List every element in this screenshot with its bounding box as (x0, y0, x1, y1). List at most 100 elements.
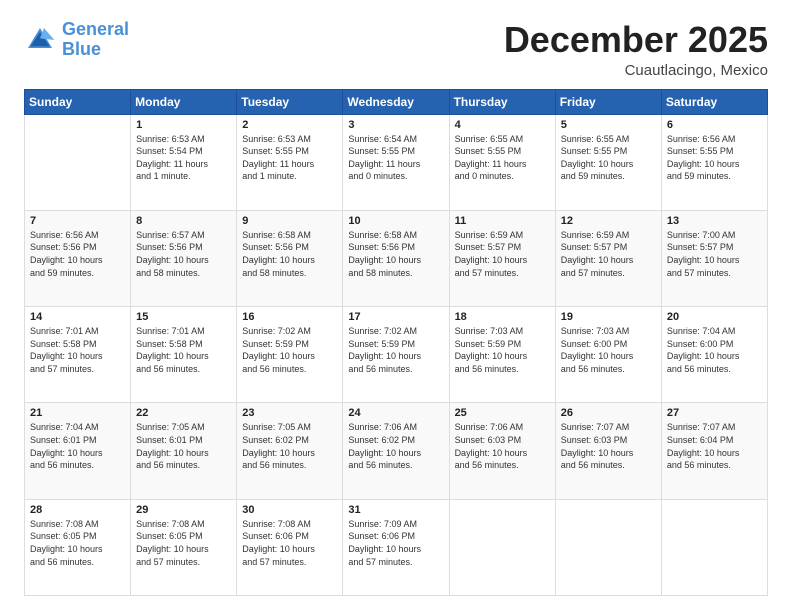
day-info-28: Sunrise: 7:08 AM Sunset: 6:05 PM Dayligh… (30, 518, 125, 568)
calendar-week-4: 21 Sunrise: 7:04 AM Sunset: 6:01 PM Dayli… (25, 403, 768, 499)
calendar-cell-w3-d1: 14 Sunrise: 7:01 AM Sunset: 5:58 PM Dayli… (25, 307, 131, 403)
calendar-week-2: 7 Sunrise: 6:56 AM Sunset: 5:56 PM Daylig… (25, 210, 768, 306)
day-number-15: 15 (136, 311, 231, 323)
calendar-cell-w1-d4: 3 Sunrise: 6:54 AM Sunset: 5:55 PM Daylig… (343, 114, 449, 210)
day-number-26: 26 (561, 407, 656, 419)
logo: General Blue (24, 20, 129, 60)
day-info-21: Sunrise: 7:04 AM Sunset: 6:01 PM Dayligh… (30, 421, 125, 471)
day-info-14: Sunrise: 7:01 AM Sunset: 5:58 PM Dayligh… (30, 325, 125, 375)
day-number-17: 17 (348, 311, 443, 323)
day-number-11: 11 (455, 215, 550, 227)
col-saturday: Saturday (661, 89, 767, 114)
calendar-cell-w5-d5 (449, 499, 555, 595)
day-number-1: 1 (136, 119, 231, 131)
day-info-26: Sunrise: 7:07 AM Sunset: 6:03 PM Dayligh… (561, 421, 656, 471)
day-number-27: 27 (667, 407, 762, 419)
calendar-cell-w2-d7: 13 Sunrise: 7:00 AM Sunset: 5:57 PM Dayli… (661, 210, 767, 306)
day-info-8: Sunrise: 6:57 AM Sunset: 5:56 PM Dayligh… (136, 229, 231, 279)
day-number-3: 3 (348, 119, 443, 131)
day-info-20: Sunrise: 7:04 AM Sunset: 6:00 PM Dayligh… (667, 325, 762, 375)
day-number-23: 23 (242, 407, 337, 419)
calendar-cell-w1-d7: 6 Sunrise: 6:56 AM Sunset: 5:55 PM Daylig… (661, 114, 767, 210)
calendar-cell-w4-d5: 25 Sunrise: 7:06 AM Sunset: 6:03 PM Dayli… (449, 403, 555, 499)
day-info-22: Sunrise: 7:05 AM Sunset: 6:01 PM Dayligh… (136, 421, 231, 471)
day-number-20: 20 (667, 311, 762, 323)
calendar-cell-w1-d2: 1Sunrise: 6:53 AM Sunset: 5:54 PM Daylig… (131, 114, 237, 210)
day-number-12: 12 (561, 215, 656, 227)
col-friday: Friday (555, 89, 661, 114)
day-info-23: Sunrise: 7:05 AM Sunset: 6:02 PM Dayligh… (242, 421, 337, 471)
day-info-9: Sunrise: 6:58 AM Sunset: 5:56 PM Dayligh… (242, 229, 337, 279)
calendar-cell-w2-d3: 9 Sunrise: 6:58 AM Sunset: 5:56 PM Daylig… (237, 210, 343, 306)
calendar-cell-w1-d1 (25, 114, 131, 210)
day-number-6: 6 (667, 119, 762, 131)
day-info-30: Sunrise: 7:08 AM Sunset: 6:06 PM Dayligh… (242, 518, 337, 568)
day-info-25: Sunrise: 7:06 AM Sunset: 6:03 PM Dayligh… (455, 421, 550, 471)
day-number-25: 25 (455, 407, 550, 419)
day-info-16: Sunrise: 7:02 AM Sunset: 5:59 PM Dayligh… (242, 325, 337, 375)
calendar-cell-w5-d4: 31Sunrise: 7:09 AM Sunset: 6:06 PM Dayli… (343, 499, 449, 595)
calendar-cell-w4-d2: 22 Sunrise: 7:05 AM Sunset: 6:01 PM Dayli… (131, 403, 237, 499)
calendar-cell-w5-d7 (661, 499, 767, 595)
calendar-cell-w1-d6: 5 Sunrise: 6:55 AM Sunset: 5:55 PM Daylig… (555, 114, 661, 210)
calendar-cell-w3-d7: 20 Sunrise: 7:04 AM Sunset: 6:00 PM Dayli… (661, 307, 767, 403)
calendar-cell-w5-d3: 30Sunrise: 7:08 AM Sunset: 6:06 PM Dayli… (237, 499, 343, 595)
day-number-22: 22 (136, 407, 231, 419)
day-info-17: Sunrise: 7:02 AM Sunset: 5:59 PM Dayligh… (348, 325, 443, 375)
calendar-cell-w2-d4: 10Sunrise: 6:58 AM Sunset: 5:56 PM Dayli… (343, 210, 449, 306)
calendar-cell-w4-d6: 26 Sunrise: 7:07 AM Sunset: 6:03 PM Dayli… (555, 403, 661, 499)
calendar-cell-w4-d4: 24Sunrise: 7:06 AM Sunset: 6:02 PM Dayli… (343, 403, 449, 499)
calendar-cell-w5-d1: 28 Sunrise: 7:08 AM Sunset: 6:05 PM Dayli… (25, 499, 131, 595)
header: General Blue December 2025 Cuautlacingo,… (24, 20, 768, 79)
day-info-12: Sunrise: 6:59 AM Sunset: 5:57 PM Dayligh… (561, 229, 656, 279)
day-number-14: 14 (30, 311, 125, 323)
day-number-28: 28 (30, 504, 125, 516)
calendar-cell-w1-d3: 2 Sunrise: 6:53 AM Sunset: 5:55 PM Daylig… (237, 114, 343, 210)
day-info-2: Sunrise: 6:53 AM Sunset: 5:55 PM Dayligh… (242, 133, 337, 183)
day-number-9: 9 (242, 215, 337, 227)
day-info-5: Sunrise: 6:55 AM Sunset: 5:55 PM Dayligh… (561, 133, 656, 183)
calendar-header-row: Sunday Monday Tuesday Wednesday Thursday… (25, 89, 768, 114)
calendar-cell-w4-d1: 21 Sunrise: 7:04 AM Sunset: 6:01 PM Dayli… (25, 403, 131, 499)
calendar-cell-w1-d5: 4Sunrise: 6:55 AM Sunset: 5:55 PM Daylig… (449, 114, 555, 210)
day-info-11: Sunrise: 6:59 AM Sunset: 5:57 PM Dayligh… (455, 229, 550, 279)
calendar-cell-w2-d5: 11 Sunrise: 6:59 AM Sunset: 5:57 PM Dayli… (449, 210, 555, 306)
col-monday: Monday (131, 89, 237, 114)
calendar-week-5: 28 Sunrise: 7:08 AM Sunset: 6:05 PM Dayli… (25, 499, 768, 595)
title-block: December 2025 Cuautlacingo, Mexico (504, 20, 768, 79)
calendar-cell-w3-d5: 18Sunrise: 7:03 AM Sunset: 5:59 PM Dayli… (449, 307, 555, 403)
month-title: December 2025 (504, 20, 768, 60)
calendar-cell-w3-d4: 17 Sunrise: 7:02 AM Sunset: 5:59 PM Dayli… (343, 307, 449, 403)
day-info-29: Sunrise: 7:08 AM Sunset: 6:05 PM Dayligh… (136, 518, 231, 568)
day-info-15: Sunrise: 7:01 AM Sunset: 5:58 PM Dayligh… (136, 325, 231, 375)
calendar-cell-w4-d3: 23 Sunrise: 7:05 AM Sunset: 6:02 PM Dayli… (237, 403, 343, 499)
day-number-2: 2 (242, 119, 337, 131)
day-info-4: Sunrise: 6:55 AM Sunset: 5:55 PM Dayligh… (455, 133, 550, 183)
day-info-7: Sunrise: 6:56 AM Sunset: 5:56 PM Dayligh… (30, 229, 125, 279)
calendar-week-1: 1Sunrise: 6:53 AM Sunset: 5:54 PM Daylig… (25, 114, 768, 210)
logo-line1: General (62, 19, 129, 39)
day-number-29: 29 (136, 504, 231, 516)
logo-icon (24, 24, 56, 56)
day-number-8: 8 (136, 215, 231, 227)
day-info-13: Sunrise: 7:00 AM Sunset: 5:57 PM Dayligh… (667, 229, 762, 279)
day-number-21: 21 (30, 407, 125, 419)
calendar-week-3: 14 Sunrise: 7:01 AM Sunset: 5:58 PM Dayli… (25, 307, 768, 403)
calendar-cell-w5-d2: 29 Sunrise: 7:08 AM Sunset: 6:05 PM Dayli… (131, 499, 237, 595)
calendar-table: Sunday Monday Tuesday Wednesday Thursday… (24, 89, 768, 596)
day-number-7: 7 (30, 215, 125, 227)
day-number-5: 5 (561, 119, 656, 131)
day-info-3: Sunrise: 6:54 AM Sunset: 5:55 PM Dayligh… (348, 133, 443, 183)
day-info-10: Sunrise: 6:58 AM Sunset: 5:56 PM Dayligh… (348, 229, 443, 279)
day-number-13: 13 (667, 215, 762, 227)
page: General Blue December 2025 Cuautlacingo,… (0, 0, 792, 612)
day-number-18: 18 (455, 311, 550, 323)
day-info-6: Sunrise: 6:56 AM Sunset: 5:55 PM Dayligh… (667, 133, 762, 183)
calendar-cell-w2-d6: 12 Sunrise: 6:59 AM Sunset: 5:57 PM Dayli… (555, 210, 661, 306)
day-info-24: Sunrise: 7:06 AM Sunset: 6:02 PM Dayligh… (348, 421, 443, 471)
calendar-cell-w4-d7: 27Sunrise: 7:07 AM Sunset: 6:04 PM Dayli… (661, 403, 767, 499)
calendar-cell-w3-d2: 15 Sunrise: 7:01 AM Sunset: 5:58 PM Dayli… (131, 307, 237, 403)
calendar-cell-w3-d6: 19Sunrise: 7:03 AM Sunset: 6:00 PM Dayli… (555, 307, 661, 403)
day-number-31: 31 (348, 504, 443, 516)
day-number-19: 19 (561, 311, 656, 323)
